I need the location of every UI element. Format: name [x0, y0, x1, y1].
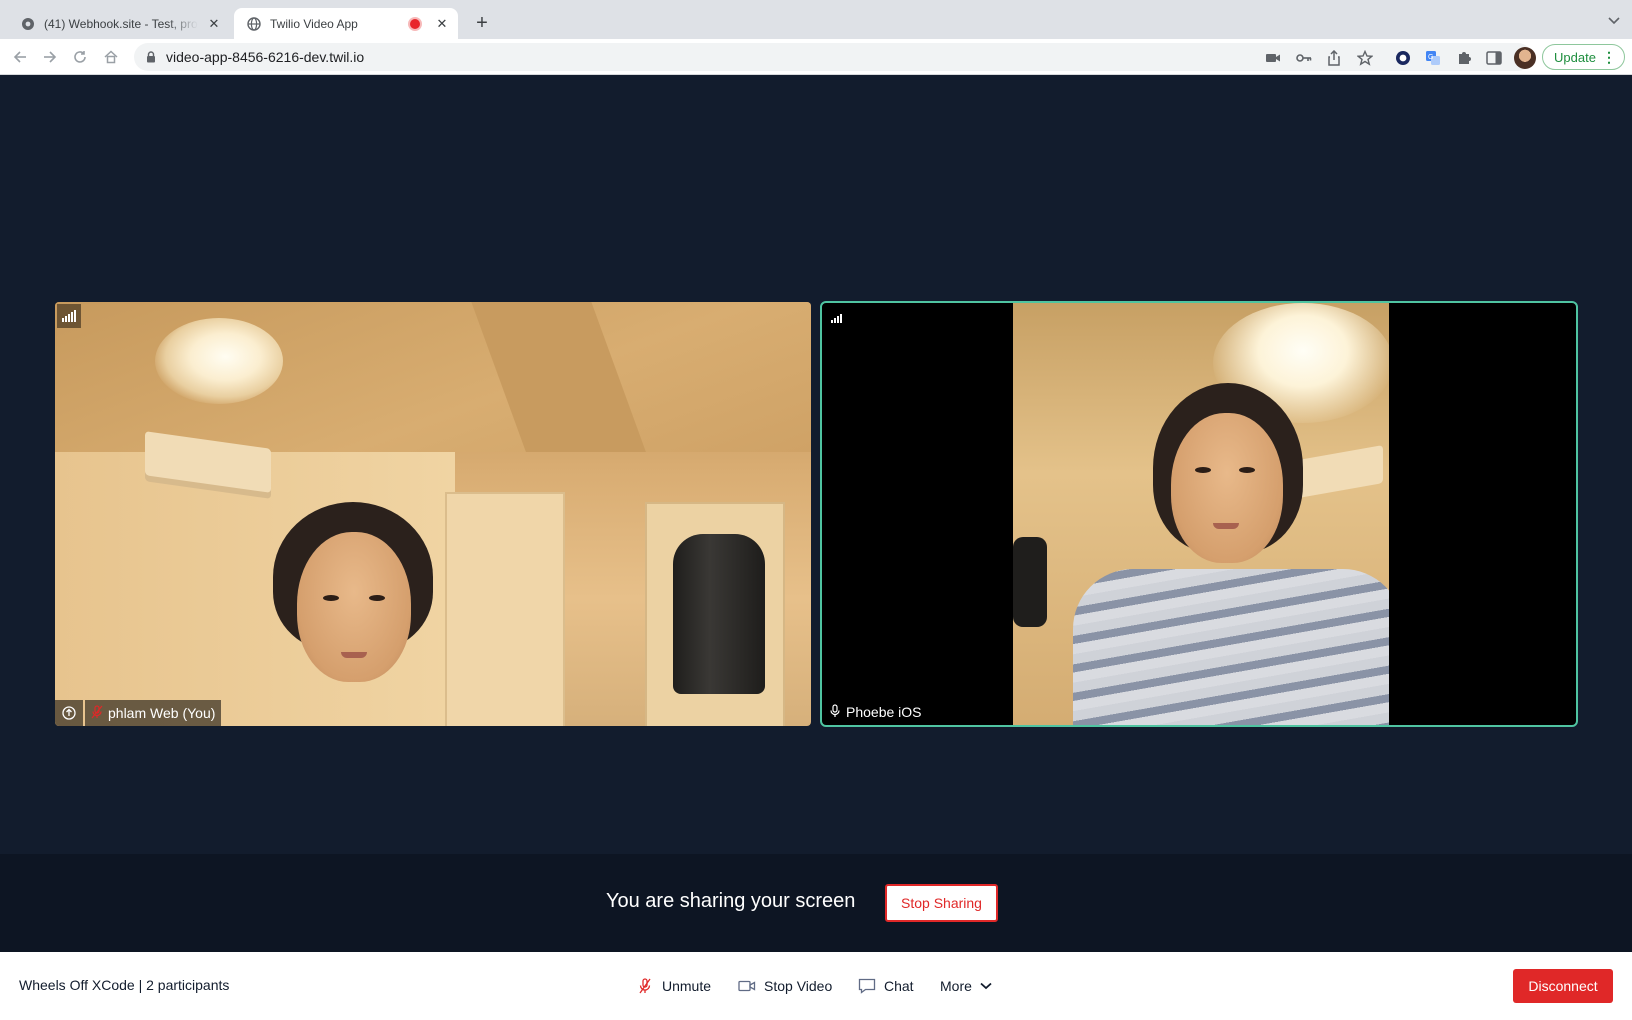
browser-tab-strip: (41) Webhook.site - Test, process and tr…: [0, 0, 1632, 39]
key-icon[interactable]: [1295, 49, 1313, 67]
screen-share-text: You are sharing your screen: [606, 890, 856, 912]
participant-tile-remote[interactable]: Phoebe iOS: [820, 301, 1578, 727]
screen-share-banner: You are sharing your screen Stop Sharing: [0, 854, 1632, 952]
tab-webhook-site[interactable]: (41) Webhook.site - Test, process and tr…: [8, 8, 230, 39]
share-icon[interactable]: [1325, 49, 1343, 67]
back-arrow-icon[interactable]: [10, 47, 30, 67]
participant-name: Phoebe iOS: [846, 704, 922, 720]
chat-label: Chat: [884, 978, 914, 994]
forward-arrow-icon[interactable]: [40, 47, 60, 67]
local-video-feed: [55, 302, 811, 726]
update-button[interactable]: Update ⋮: [1542, 44, 1625, 70]
home-icon[interactable]: [101, 47, 121, 67]
participant-name: phlam Web (You): [108, 705, 216, 721]
participant-name-chip: phlam Web (You): [85, 700, 222, 726]
address-bar[interactable]: video-app-8456-6216-dev.twil.io: [134, 43, 1532, 71]
tab-twilio-video-app[interactable]: Twilio Video App ✕: [234, 8, 458, 39]
url-text: video-app-8456-6216-dev.twil.io: [166, 49, 365, 65]
more-button[interactable]: More: [940, 974, 995, 998]
extension-1password-icon[interactable]: [1394, 49, 1412, 67]
globe-icon: [246, 16, 262, 32]
sidepanel-icon[interactable]: [1485, 49, 1503, 67]
svg-text:G: G: [1428, 54, 1433, 61]
translate-icon[interactable]: G: [1424, 49, 1442, 67]
video-camera-icon: [738, 977, 756, 995]
menu-bar: Wheels Off XCode | 2 participants Unmute…: [0, 952, 1632, 1020]
close-tab-icon[interactable]: ✕: [434, 16, 450, 32]
disconnect-button[interactable]: Disconnect: [1513, 969, 1613, 1003]
participant-info-remote: Phoebe iOS: [822, 699, 928, 725]
mic-off-icon: [91, 704, 103, 722]
video-stage: phlam Web (You) Phoebe iOS: [0, 75, 1632, 854]
stop-sharing-button[interactable]: Stop Sharing: [885, 884, 998, 922]
tab-title: Twilio Video App: [270, 16, 358, 31]
network-quality-icon: [824, 305, 848, 329]
network-quality-icon: [57, 304, 81, 328]
close-tab-icon[interactable]: ✕: [206, 16, 222, 32]
participant-tile-local[interactable]: phlam Web (You): [55, 302, 811, 726]
browser-toolbar: video-app-8456-6216-dev.twil.io G Update…: [0, 39, 1632, 75]
room-info: Wheels Off XCode | 2 participants: [19, 977, 230, 993]
unmute-button[interactable]: Unmute: [636, 974, 711, 998]
tab-title: (41) Webhook.site - Test, process and tr…: [44, 16, 198, 31]
mic-off-icon: [636, 977, 654, 995]
reload-icon[interactable]: [70, 47, 90, 67]
participant-name-chip: Phoebe iOS: [822, 699, 928, 725]
profile-avatar[interactable]: [1514, 47, 1536, 69]
stop-video-button[interactable]: Stop Video: [738, 974, 832, 998]
chevron-down-icon[interactable]: [1606, 13, 1622, 29]
lock-icon[interactable]: [144, 50, 158, 64]
new-tab-button[interactable]: +: [470, 11, 494, 35]
screen-share-indicator-icon: [55, 700, 83, 726]
kebab-menu-icon[interactable]: ⋮: [1602, 49, 1616, 66]
mic-icon: [829, 703, 841, 721]
chevron-down-icon: [977, 977, 995, 995]
star-icon[interactable]: [1356, 49, 1374, 67]
more-label: More: [940, 978, 972, 994]
recording-indicator-icon: [410, 18, 420, 29]
camera-icon[interactable]: [1264, 49, 1282, 67]
puzzle-icon[interactable]: [1455, 49, 1473, 67]
chat-bubble-icon: [858, 977, 876, 995]
remote-video-feed: [1013, 303, 1389, 725]
participant-info-local: phlam Web (You): [55, 700, 222, 726]
stop-video-label: Stop Video: [764, 978, 833, 994]
webhook-favicon-icon: [20, 16, 36, 32]
unmute-label: Unmute: [662, 978, 712, 994]
chat-button[interactable]: Chat: [858, 974, 914, 998]
update-label: Update: [1554, 49, 1596, 65]
